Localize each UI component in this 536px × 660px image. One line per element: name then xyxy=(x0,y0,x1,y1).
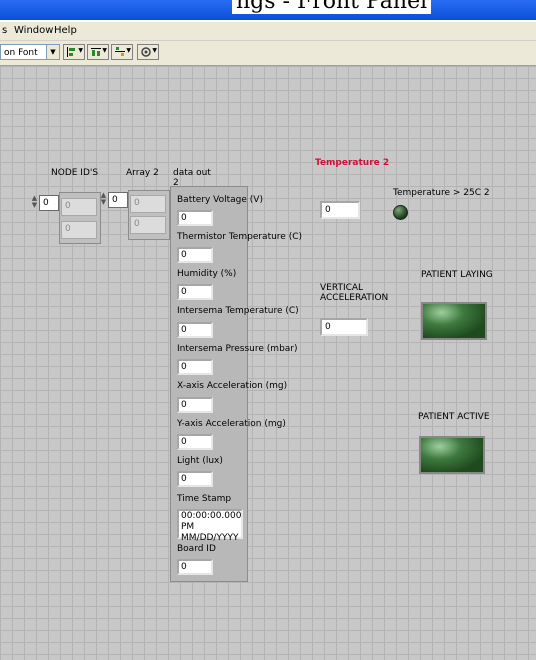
resize-objects-button[interactable]: ▼ xyxy=(111,44,133,60)
y-accel-label: Y-axis Acceleration (mg) xyxy=(177,419,286,429)
node-ids-element-0[interactable]: 0 xyxy=(61,198,97,216)
temp-over-25c-label: Temperature > 25C 2 xyxy=(393,188,490,198)
chevron-down-icon: ▼ xyxy=(126,47,131,54)
font-select-label: on Font xyxy=(4,48,38,58)
time-stamp-label: Time Stamp xyxy=(177,494,232,504)
menu-partial[interactable]: s xyxy=(2,25,7,36)
light-value: 0 xyxy=(177,471,213,487)
intersema-pressure-value: 0 xyxy=(177,359,213,375)
temperature2-indicator: 0 xyxy=(320,201,360,219)
y-accel-value: 0 xyxy=(177,434,213,450)
vertical-accel-label-2: ACCELERATION xyxy=(320,293,389,303)
board-id-value: 0 xyxy=(177,559,213,575)
battery-voltage-label: Battery Voltage (V) xyxy=(177,195,263,205)
resize-icon xyxy=(115,47,125,56)
title-bar: ngs - Front Panel xyxy=(0,0,536,22)
vertical-accel-indicator: 0 xyxy=(320,318,368,336)
intersema-temp-label: Intersema Temperature (C) xyxy=(177,306,299,316)
menu-help[interactable]: Help xyxy=(54,25,77,36)
node-ids-index-spinner[interactable]: ▲ ▼ xyxy=(30,195,39,211)
patient-laying-label: PATIENT LAYING xyxy=(421,270,493,280)
reorder-icon xyxy=(141,47,151,57)
light-label: Light (lux) xyxy=(177,456,223,466)
patient-active-led xyxy=(419,436,485,474)
intersema-temp-value: 0 xyxy=(177,322,213,338)
temp-over-25c-led xyxy=(393,205,408,220)
node-ids-label: NODE ID'S xyxy=(51,168,99,178)
chevron-down-icon: ▼ xyxy=(152,47,157,54)
thermistor-temp-value: 0 xyxy=(177,247,213,263)
node-ids-index[interactable]: 0 xyxy=(39,195,59,211)
board-id-label: Board ID xyxy=(177,544,216,554)
align-objects-button[interactable]: ▼ xyxy=(63,44,85,60)
array2-index-spinner[interactable]: ▲ ▼ xyxy=(99,192,108,208)
battery-voltage-value: 0 xyxy=(177,210,213,226)
chevron-down-icon: ▼ xyxy=(78,47,83,54)
node-ids-element-1[interactable]: 0 xyxy=(61,221,97,239)
menu-window[interactable]: Window xyxy=(14,25,53,36)
humidity-label: Humidity (%) xyxy=(177,269,237,279)
distribute-objects-button[interactable]: ▼ xyxy=(87,44,109,60)
patient-active-label: PATIENT ACTIVE xyxy=(418,412,490,422)
distribute-icon xyxy=(91,48,101,56)
x-accel-value: 0 xyxy=(177,397,213,413)
patient-laying-led xyxy=(421,302,487,340)
window-title: ngs - Front Panel xyxy=(232,0,432,14)
array2-element-0[interactable]: 0 xyxy=(130,195,166,213)
font-select[interactable]: on Font ▼ xyxy=(0,44,60,60)
reorder-button[interactable]: ▼ xyxy=(137,44,159,60)
intersema-pressure-label: Intersema Pressure (mbar) xyxy=(177,344,298,354)
front-panel xyxy=(0,66,536,660)
toolbar: on Font ▼ ▼ ▼ ▼ ▼ xyxy=(0,41,536,66)
menu-bar: s Window Help xyxy=(0,22,536,41)
humidity-value: 0 xyxy=(177,284,213,300)
time-stamp-date: MM/DD/YYYY xyxy=(181,533,239,543)
array2-index[interactable]: 0 xyxy=(108,192,128,208)
align-icon xyxy=(67,47,75,57)
time-stamp-time: 00:00:00.000 PM xyxy=(181,511,242,532)
time-stamp-value: 00:00:00.000 PM MM/DD/YYYY xyxy=(177,509,243,543)
data-out-cluster: Battery Voltage (V) 0 Thermistor Tempera… xyxy=(170,186,302,582)
vertical-accel-label-1: VERTICAL xyxy=(320,283,364,293)
data-out-label: data out xyxy=(173,168,211,178)
thermistor-temp-label: Thermistor Temperature (C) xyxy=(177,232,303,242)
x-accel-label: X-axis Acceleration (mg) xyxy=(177,381,288,391)
array2-element-1[interactable]: 0 xyxy=(130,216,166,234)
chevron-down-icon: ▼ xyxy=(46,45,59,59)
array2-label: Array 2 xyxy=(126,168,159,178)
chevron-down-icon: ▼ xyxy=(102,47,107,54)
temperature2-label: Temperature 2 xyxy=(315,158,390,168)
